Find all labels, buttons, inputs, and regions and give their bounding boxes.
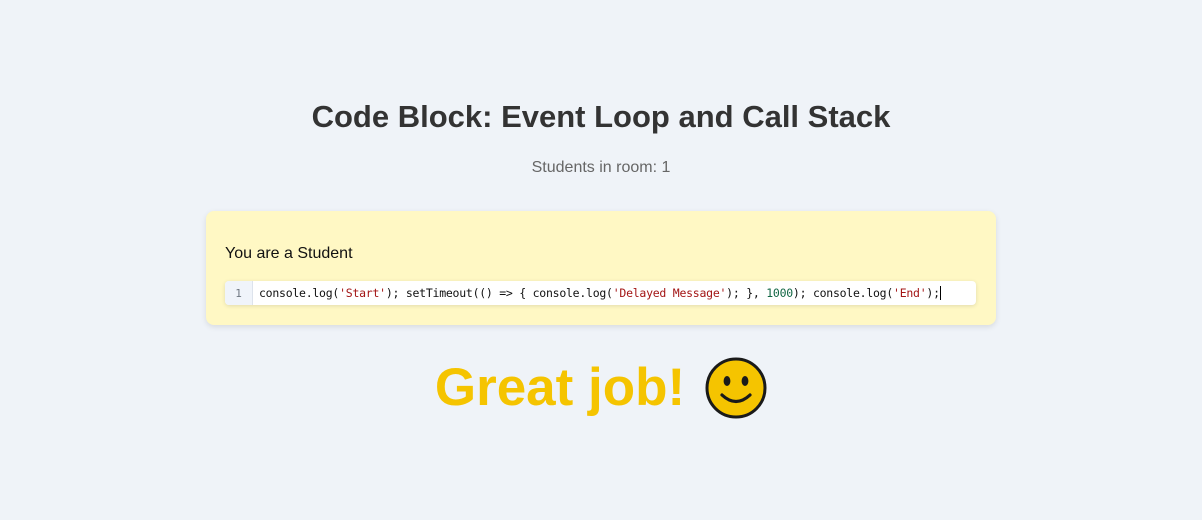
code-token: ); setTimeout(() => { console.log( [385, 286, 613, 300]
success-message: Great job! [0, 355, 1202, 421]
role-panel: You are a Student 1 console.log('Start')… [206, 211, 996, 325]
code-line[interactable]: console.log('Start'); setTimeout(() => {… [253, 281, 976, 305]
code-editor[interactable]: 1 console.log('Start'); setTimeout(() =>… [225, 281, 976, 305]
code-token-string: 'End' [893, 286, 927, 300]
text-cursor [939, 286, 941, 300]
line-number: 1 [225, 281, 253, 305]
smiley-face-icon [705, 357, 767, 419]
code-token: ); [926, 286, 940, 300]
success-text: Great job! [434, 358, 686, 417]
students-count: Students in room: 1 [531, 159, 671, 176]
code-token-string: 'Start' [339, 286, 386, 300]
code-token: console.log( [259, 286, 340, 300]
code-token-string: 'Delayed Message' [612, 286, 727, 300]
code-token: ); console.log( [792, 286, 894, 300]
code-token-number: 1000 [766, 286, 793, 300]
role-label: You are a Student [225, 245, 353, 262]
page-title: Code Block: Event Loop and Call Stack [311, 99, 891, 134]
code-token: ); }, [726, 286, 767, 300]
